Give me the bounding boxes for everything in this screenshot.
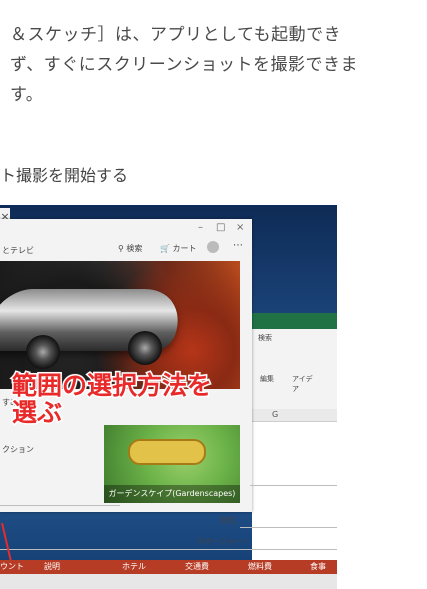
store-window: – □ × とテレビ ⚲ 検索 🛒 カート ⋯ すめ クション ガーデンスケイプ… — [0, 219, 252, 512]
excel-ribbon: 検索 編集 アイデア — [252, 329, 337, 409]
annotation-callout: 範囲の選択方法を 選ぶ — [10, 371, 213, 428]
header-cell: ウント — [0, 562, 24, 571]
paragraph-line: す。 — [10, 85, 44, 105]
sheet-divider — [240, 527, 337, 528]
search-label: 検索 — [126, 244, 143, 253]
cart-button[interactable]: 🛒 カート — [160, 243, 197, 254]
search-icon: ⚲ — [118, 244, 124, 253]
header-cell: 燃料費 — [248, 562, 272, 571]
avatar[interactable] — [207, 241, 219, 253]
cart-label: カート — [172, 244, 197, 253]
sheet-divider — [250, 485, 337, 486]
sheet-label-manager: マネージャー: — [196, 537, 247, 546]
sheet-divider — [0, 549, 337, 550]
expense-header-row: ウント 説明 ホテル 交通費 燃料費 食事 — [0, 560, 337, 574]
car-wheel — [128, 331, 162, 365]
ribbon-tab-search[interactable]: 検索 — [258, 333, 272, 343]
maximize-icon[interactable]: □ — [216, 222, 225, 233]
minimize-icon[interactable]: – — [198, 222, 203, 233]
search-button[interactable]: ⚲ 検索 — [118, 243, 142, 254]
paragraph-line: ＆スケッチ］は、アプリとしても起動でき — [10, 25, 342, 45]
header-cell: 説明 — [44, 562, 60, 571]
excel-window: 検索 編集 アイデア G — [202, 313, 337, 589]
ribbon-edit-label[interactable]: 編集 — [260, 374, 274, 384]
hero-banner[interactable] — [0, 261, 240, 389]
nav-category[interactable]: とテレビ — [2, 245, 34, 256]
column-label: G — [272, 410, 279, 419]
header-cell: 交通費 — [185, 562, 209, 571]
annotation-line: 選ぶ — [10, 398, 63, 428]
paragraph-line: ず、すぐにスクリーンショットを撮影できま — [10, 55, 358, 75]
article: ＆スケッチ］は、アプリとしても起動でき ず、すぐにスクリーンショットを撮影できま… — [0, 0, 427, 589]
article-paragraph: ＆スケッチ］は、アプリとしても起動でき ず、すぐにスクリーンショットを撮影できま… — [10, 20, 410, 110]
game-tile-gardenscapes[interactable]: ガーデンスケイプ(Gardenscapes) — [104, 425, 240, 503]
annotation-line: 範囲の選択方法を — [10, 371, 213, 401]
sheet-divider — [0, 505, 120, 506]
excel-titlebar — [252, 313, 337, 329]
more-icon[interactable]: ⋯ — [233, 240, 243, 251]
store-titlebar: – □ × — [0, 219, 252, 237]
cart-icon: 🛒 — [160, 244, 170, 253]
window-close-icon[interactable]: × — [236, 222, 244, 233]
sheet-label-unit: 単位 — [220, 516, 236, 525]
game-logo — [128, 439, 206, 465]
section-label[interactable]: クション — [2, 444, 34, 455]
ribbon-ideas-label[interactable]: アイデア — [292, 374, 314, 394]
game-caption: ガーデンスケイプ(Gardenscapes) — [104, 485, 240, 503]
header-cell: ホテル — [122, 562, 146, 571]
horizontal-scrollbar[interactable] — [0, 574, 337, 589]
car-wheel — [26, 335, 60, 369]
store-nav: とテレビ ⚲ 検索 🛒 カート ⋯ — [0, 237, 252, 261]
step-caption: ト撮影を開始する — [0, 166, 129, 185]
header-cell: 食事 — [310, 562, 326, 571]
